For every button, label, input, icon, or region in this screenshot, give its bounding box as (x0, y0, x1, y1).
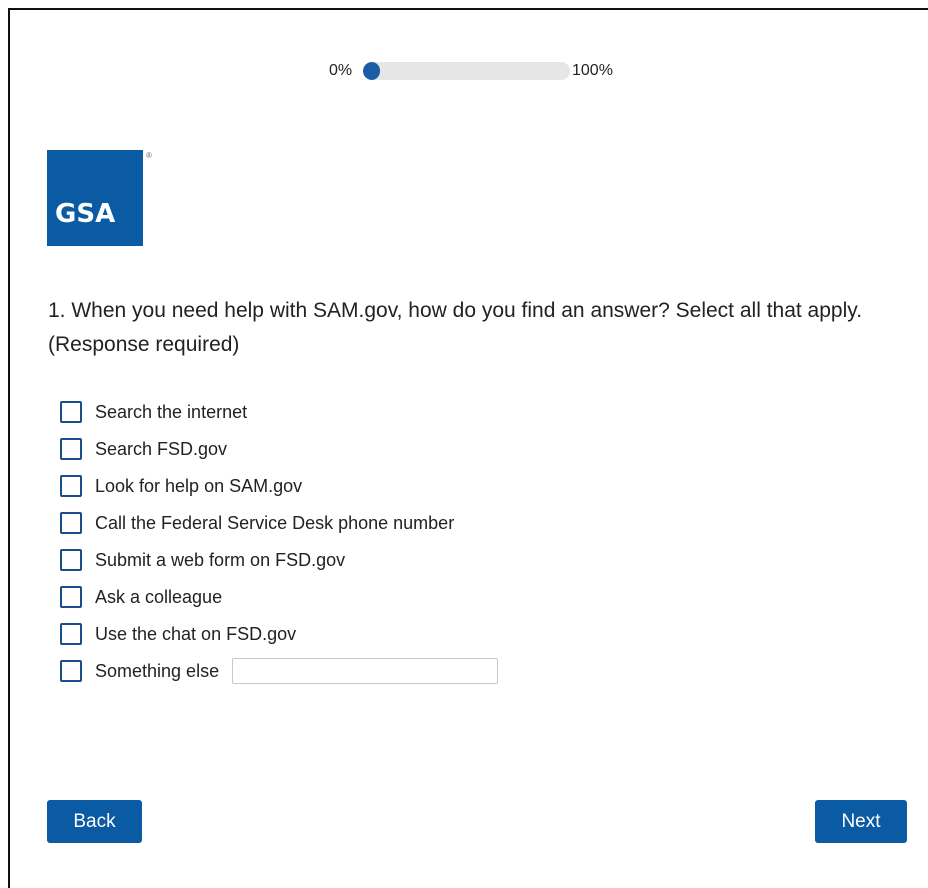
option-chat-fsd[interactable]: Use the chat on FSD.gov (60, 615, 498, 652)
progress-bar-row: 0% 100% (0, 61, 928, 81)
option-call-fsd[interactable]: Call the Federal Service Desk phone numb… (60, 504, 498, 541)
option-label[interactable]: Search FSD.gov (95, 438, 227, 460)
option-search-fsd[interactable]: Search FSD.gov (60, 430, 498, 467)
registered-mark: ® (146, 151, 152, 160)
option-label[interactable]: Ask a colleague (95, 586, 222, 608)
checkbox[interactable] (60, 511, 82, 534)
progress-track (363, 62, 570, 80)
option-help-sam[interactable]: Look for help on SAM.gov (60, 467, 498, 504)
option-something-else[interactable]: Something else (60, 652, 499, 689)
option-web-form[interactable]: Submit a web form on FSD.gov (60, 541, 498, 578)
next-button[interactable]: Next (815, 800, 907, 843)
gsa-logo-box: GSA (47, 150, 143, 246)
progress-start-label: 0% (329, 62, 353, 79)
back-button[interactable]: Back (47, 800, 142, 843)
checkbox[interactable] (60, 548, 82, 571)
checkbox[interactable] (60, 400, 82, 423)
option-label[interactable]: Use the chat on FSD.gov (95, 623, 296, 645)
option-label[interactable]: Something else (95, 660, 219, 682)
progress-fill (363, 62, 380, 80)
checkbox[interactable] (60, 437, 82, 460)
progress-end-label: 100% (572, 62, 613, 79)
something-else-input[interactable] (232, 657, 499, 684)
option-search-internet[interactable]: Search the internet (60, 393, 498, 430)
option-label[interactable]: Search the internet (95, 401, 247, 423)
checkbox[interactable] (60, 585, 82, 608)
checkbox[interactable] (60, 622, 82, 645)
checkbox[interactable] (60, 659, 82, 682)
option-label[interactable]: Look for help on SAM.gov (95, 475, 302, 497)
gsa-logo-text: GSA (55, 199, 116, 229)
option-ask-colleague[interactable]: Ask a colleague (60, 578, 498, 615)
options-list: Search the internet Search FSD.gov Look … (60, 393, 499, 689)
option-label[interactable]: Submit a web form on FSD.gov (95, 549, 345, 571)
option-label[interactable]: Call the Federal Service Desk phone numb… (95, 512, 454, 534)
question-text: 1. When you need help with SAM.gov, how … (48, 299, 863, 356)
checkbox[interactable] (60, 474, 82, 497)
gsa-logo: GSA ® (47, 150, 152, 246)
